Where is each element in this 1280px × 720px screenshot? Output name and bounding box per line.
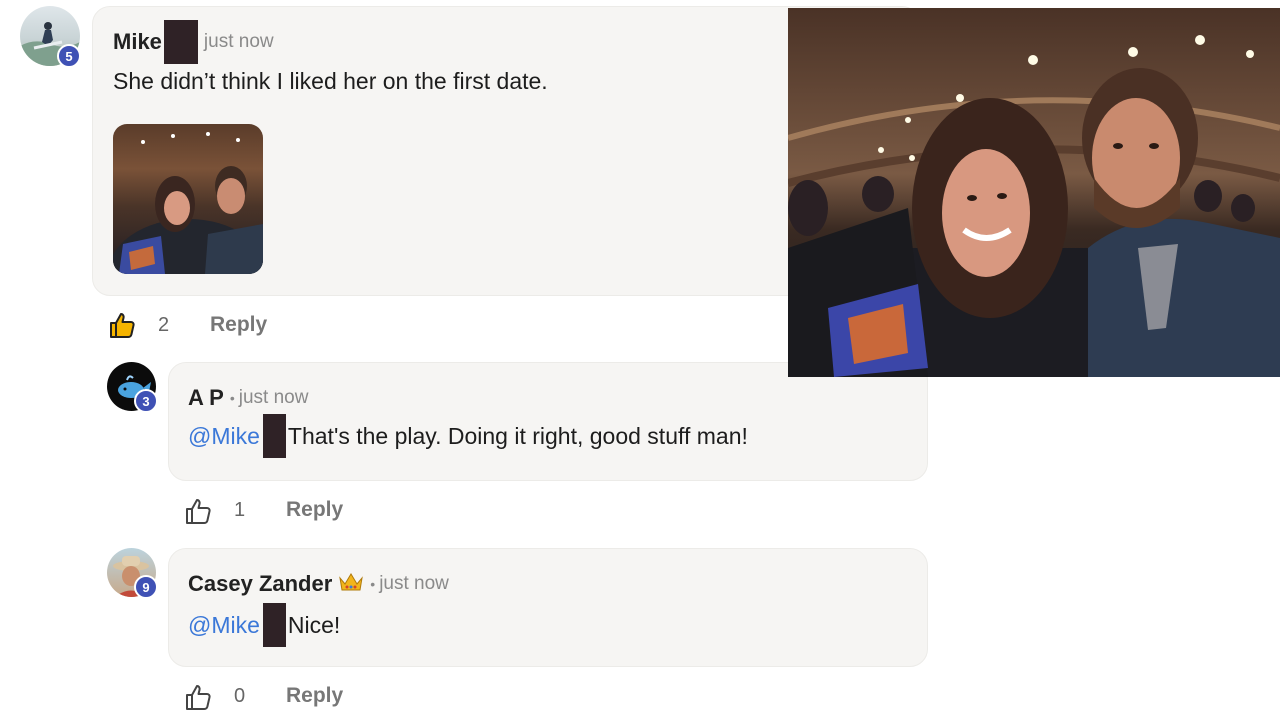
like-count: 2	[158, 314, 170, 336]
comment-timestamp: just now	[238, 387, 309, 408]
comment-author[interactable]: Casey Zander	[188, 571, 332, 597]
separator-dot: •	[229, 390, 235, 406]
like-icon[interactable]	[184, 683, 212, 711]
user-mention-link[interactable]: @Mike	[188, 423, 260, 450]
reply-button[interactable]: Reply	[286, 684, 343, 708]
reply-button[interactable]: Reply	[286, 498, 343, 522]
crown-icon	[338, 572, 364, 597]
comment-text: She didn’t think I liked her on the firs…	[113, 68, 548, 94]
comment-author[interactable]: A P	[188, 385, 224, 411]
enlarged-photo[interactable]	[788, 8, 1280, 377]
redaction-block	[262, 414, 286, 458]
reply-button[interactable]: Reply	[210, 313, 267, 337]
comment-timestamp: just now	[203, 31, 274, 52]
user-mention-link[interactable]: @Mike	[188, 612, 260, 639]
like-icon[interactable]	[108, 311, 136, 339]
like-icon[interactable]	[184, 497, 212, 525]
attached-photo-thumbnail[interactable]	[113, 124, 263, 274]
comment-author[interactable]: Mike	[113, 29, 162, 55]
separator-dot: •	[370, 576, 376, 592]
comment-timestamp: just now	[379, 573, 449, 594]
comment-text: Nice!	[287, 611, 341, 638]
comment-text: That's the play. Doing it right, good st…	[287, 422, 748, 449]
level-badge: 9	[134, 575, 158, 599]
redaction-block	[262, 603, 286, 647]
level-badge: 5	[57, 44, 81, 68]
redaction-block	[163, 20, 198, 64]
level-badge: 3	[134, 389, 158, 413]
like-count: 1	[234, 499, 246, 521]
like-count: 0	[234, 685, 246, 707]
photo-scene	[113, 124, 263, 274]
photo-scene	[788, 8, 1280, 377]
